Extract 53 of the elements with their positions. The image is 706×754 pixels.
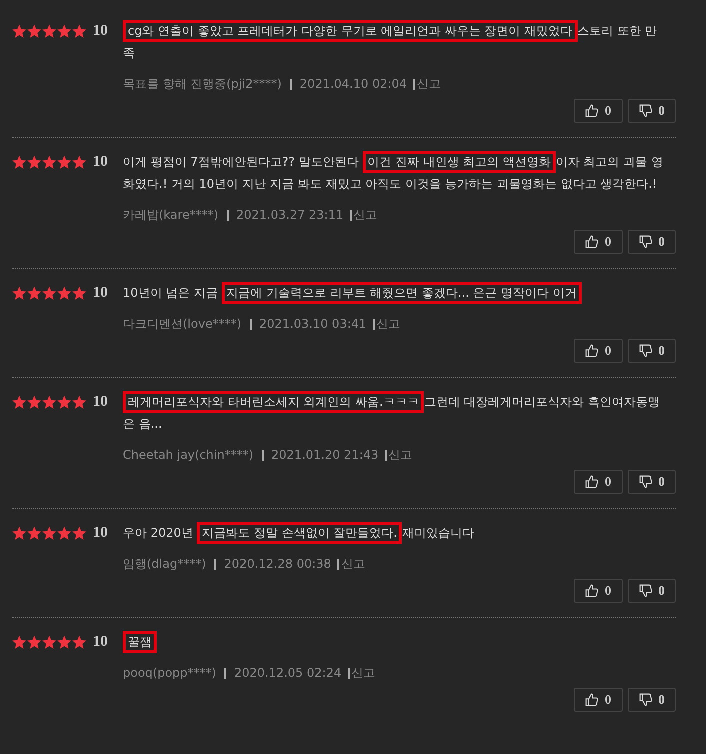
author: 카레밥(kare****) bbox=[123, 206, 219, 224]
thumbs-down-icon bbox=[638, 584, 652, 598]
thumbs-down-icon bbox=[638, 693, 652, 707]
thumbs-down-icon bbox=[638, 235, 652, 249]
author: pooq(popp****) bbox=[123, 666, 216, 680]
thumbs-down-icon bbox=[638, 344, 652, 358]
review-text: 꿀잼 bbox=[123, 631, 676, 653]
like-button[interactable]: 0 bbox=[574, 230, 622, 254]
thumbs-up-icon bbox=[585, 235, 599, 249]
thumbs-up-icon bbox=[585, 584, 599, 598]
score: 10 bbox=[93, 154, 108, 170]
author: 임행(dlag****) bbox=[123, 556, 206, 572]
report-link[interactable]: 신고 bbox=[352, 664, 376, 682]
thumbs-up-icon bbox=[585, 104, 599, 118]
thumbs-down-icon bbox=[638, 104, 652, 118]
score: 10 bbox=[93, 284, 108, 302]
report-link[interactable]: 신고 bbox=[388, 446, 413, 464]
date: 2021.03.10 03:41 bbox=[260, 317, 367, 331]
date: 2021.04.10 02:04 bbox=[300, 77, 408, 91]
score: 10 bbox=[93, 394, 108, 410]
thumbs-down-icon bbox=[638, 475, 652, 489]
thumbs-up-icon bbox=[585, 344, 599, 358]
author: Cheetah jay(chin****) bbox=[123, 448, 254, 462]
dislike-button[interactable]: 0 bbox=[628, 230, 676, 254]
score: 10 bbox=[93, 22, 108, 40]
dislike-button[interactable]: 0 bbox=[628, 579, 676, 603]
dislike-button[interactable]: 0 bbox=[628, 688, 676, 712]
date: 2020.12.28 00:38 bbox=[224, 557, 332, 571]
dislike-button[interactable]: 0 bbox=[628, 99, 676, 123]
like-button[interactable]: 0 bbox=[574, 579, 622, 603]
thumbs-up-icon bbox=[585, 693, 599, 707]
author: 목표를 향해 진행중(pji2****) bbox=[123, 76, 282, 92]
like-button[interactable]: 0 bbox=[574, 339, 622, 363]
report-link[interactable]: 신고 bbox=[376, 316, 401, 332]
report-link[interactable]: 신고 bbox=[341, 556, 366, 572]
report-link[interactable]: 신고 bbox=[417, 76, 442, 92]
author: 다크디멘션(love****) bbox=[123, 316, 242, 332]
date: 2021.03.27 23:11 bbox=[236, 208, 344, 222]
review-text: 레게머리포식자와 타버린소세지 외계인의 싸움.ㅋㅋㅋ 그런데 대장레게머리포식자와 흑인여자동맹은 음... bbox=[123, 391, 676, 435]
review-text: 우아 2020년 지금봐도 정말 손색없이 잘만들었다. 재미있습니다 bbox=[123, 522, 676, 544]
date: 2021.01.20 21:43 bbox=[272, 448, 379, 462]
review-text: cg와 연출이 좋았고 프레데터가 다양한 무기로 에일리언과 싸우는 장면이 재밌었다 스토리 또한 만족 bbox=[123, 20, 676, 64]
thumbs-up-icon bbox=[585, 475, 599, 489]
dislike-button[interactable]: 0 bbox=[628, 339, 676, 363]
dislike-button[interactable]: 0 bbox=[628, 470, 676, 494]
review-text: 이게 평점이 7점밖에안된다고?? 말도안된다 이건 진짜 내인생 최고의 액션영화 이자 최고의 괴물 영화였다.! 거의 10년이 지난 지금 봐도 재밌고 아직도 이것을 능가하는 괴물영화는 없다고 생각한다.! bbox=[123, 151, 676, 195]
score: 10 bbox=[93, 634, 108, 650]
report-link[interactable]: 신고 bbox=[354, 206, 378, 224]
date: 2020.12.05 02:24 bbox=[234, 666, 342, 680]
score: 10 bbox=[93, 524, 108, 542]
like-button[interactable]: 0 bbox=[574, 99, 622, 123]
like-button[interactable]: 0 bbox=[574, 688, 622, 712]
like-button[interactable]: 0 bbox=[574, 470, 622, 494]
